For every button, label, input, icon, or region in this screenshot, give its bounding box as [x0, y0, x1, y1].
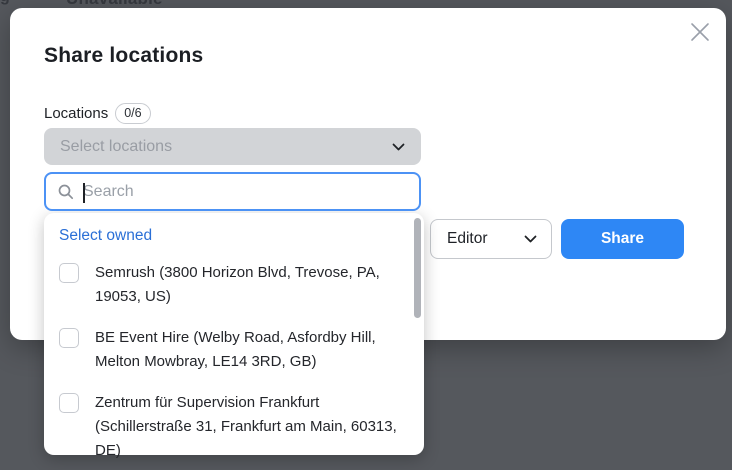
location-option-label: BE Event Hire (Welby Road, Asfordby Hill…	[95, 326, 411, 374]
locations-count-badge: 0/6	[115, 103, 150, 124]
select-locations-dropdown[interactable]: Select locations	[44, 128, 421, 165]
close-button[interactable]	[686, 18, 714, 46]
share-locations-modal: Share locations Locations 0/6 Select loc…	[10, 8, 726, 340]
scrollbar-thumb[interactable]	[414, 218, 421, 318]
select-owned-link[interactable]: Select owned	[59, 227, 152, 245]
location-option-label: Zentrum für Supervision Frankfurt (Schil…	[95, 391, 411, 463]
chevron-down-icon	[392, 143, 405, 151]
role-select-value: Editor	[431, 230, 524, 248]
close-icon	[689, 21, 711, 43]
search-input[interactable]	[74, 183, 404, 201]
location-option[interactable]: Semrush (3800 Horizon Blvd, Trevose, PA,…	[59, 261, 424, 309]
location-search-box	[44, 172, 421, 211]
location-option[interactable]: BE Event Hire (Welby Road, Asfordby Hill…	[59, 326, 424, 374]
checkbox-unchecked[interactable]	[59, 263, 79, 283]
location-option-label: Semrush (3800 Horizon Blvd, Trevose, PA,…	[95, 261, 411, 309]
locations-label: Locations	[44, 105, 108, 122]
location-option[interactable]: Zentrum für Supervision Frankfurt (Schil…	[59, 391, 424, 463]
share-button[interactable]: Share	[561, 219, 684, 259]
modal-title: Share locations	[44, 44, 203, 68]
select-locations-placeholder: Select locations	[44, 138, 392, 156]
search-icon	[58, 184, 74, 200]
scrollbar-track[interactable]	[414, 217, 422, 451]
role-select[interactable]: Editor	[430, 219, 552, 259]
background-partial-letter: g	[0, 0, 10, 6]
checkbox-unchecked[interactable]	[59, 328, 79, 348]
locations-dropdown-panel: Select owned Semrush (3800 Horizon Blvd,…	[44, 213, 424, 455]
checkbox-unchecked[interactable]	[59, 393, 79, 413]
chevron-down-icon	[524, 235, 537, 243]
text-caret	[83, 183, 85, 203]
